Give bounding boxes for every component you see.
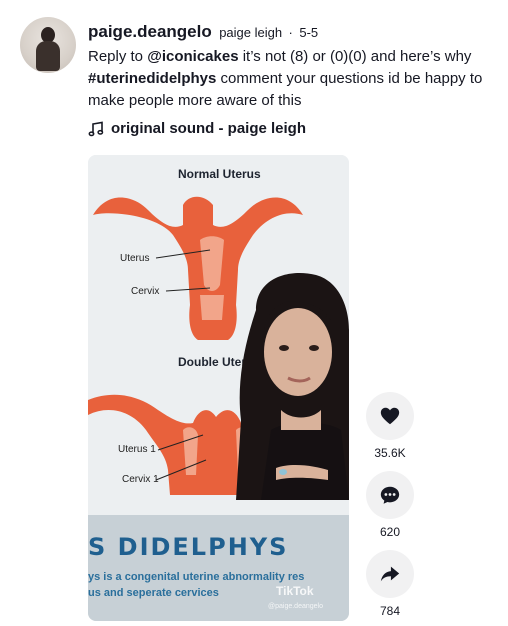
heart-icon — [380, 407, 400, 425]
comment-button[interactable] — [366, 471, 414, 519]
watermark-handle: @paige.deangelo — [268, 603, 323, 610]
post-header: paige.deangelo paige leigh · 5-5 — [88, 22, 318, 42]
avatar-body — [36, 41, 60, 71]
label-cervix: Cervix — [131, 286, 160, 297]
banner-line-1: ys is a congenital uterine abnormality r… — [88, 571, 305, 583]
comment-count: 620 — [379, 525, 401, 539]
caption: Reply to @iconicakes it’s not (8) or (0)… — [88, 46, 488, 112]
comment-action: 620 — [366, 471, 414, 539]
nickname: paige leigh — [219, 25, 283, 40]
sound-link[interactable]: original sound - paige leigh — [88, 120, 306, 137]
music-note-icon — [88, 121, 104, 136]
label-uterus-1: Uterus 1 — [118, 444, 156, 455]
diagram-title-normal: Normal Uterus — [178, 167, 261, 181]
share-button[interactable] — [366, 550, 414, 598]
share-action: 784 — [366, 550, 414, 618]
creator-overlay — [236, 273, 349, 500]
comment-icon — [380, 486, 400, 504]
tiktok-watermark: TikTok — [276, 584, 314, 598]
sound-name: original sound - paige leigh — [111, 120, 307, 137]
label-uterus: Uterus — [120, 253, 150, 264]
banner-line-2: us and seperate cervices — [88, 587, 219, 599]
username-link[interactable]: paige.deangelo — [88, 22, 212, 41]
caption-mid: it’s not (8) or (0)(0) and here’s why — [238, 48, 472, 65]
separator: · — [288, 25, 293, 40]
like-count: 35.6K — [374, 446, 406, 460]
like-button[interactable] — [366, 392, 414, 440]
mention-link[interactable]: @iconicakes — [147, 48, 238, 65]
video-player[interactable]: Normal Uterus Double Uteru Uterus Cervix… — [88, 155, 349, 621]
banner-title: S DIDELPHYS — [88, 533, 289, 561]
share-icon — [380, 566, 400, 582]
like-action: 35.6K — [366, 392, 414, 460]
avatar[interactable] — [20, 17, 76, 73]
label-cervix-1: Cervix 1 — [122, 474, 159, 485]
video-banner: S DIDELPHYS ys is a congenital uterine a… — [88, 515, 349, 621]
caption-prefix: Reply to — [88, 48, 148, 65]
hashtag-link[interactable]: #uterinedidelphys — [88, 70, 216, 87]
post-date: 5-5 — [299, 25, 319, 40]
share-count: 784 — [379, 604, 401, 618]
